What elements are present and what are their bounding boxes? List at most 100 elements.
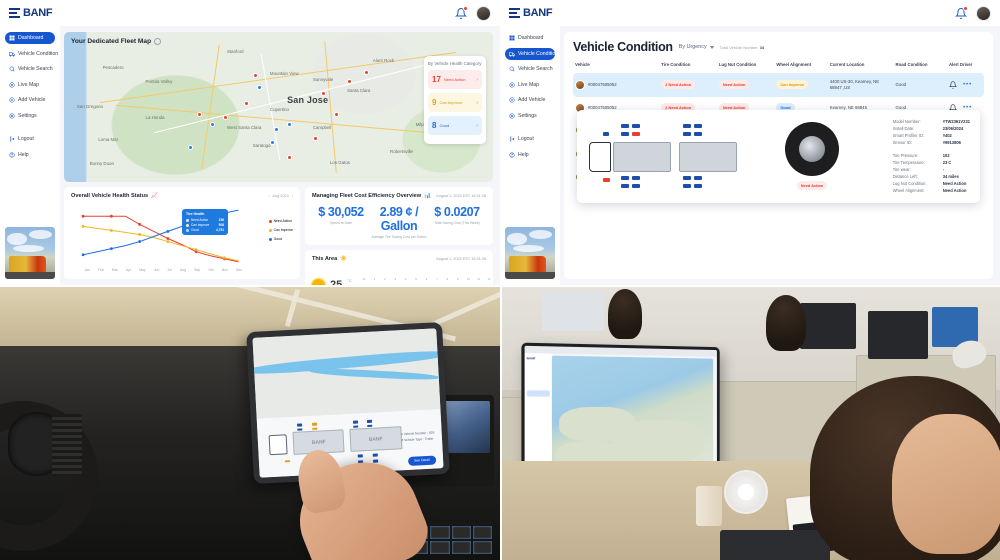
legend-row-good[interactable]: 8 Good › (428, 116, 482, 135)
primary-monitor[interactable]: BANF (521, 342, 720, 480)
sidebar-item-dashboard[interactable]: Dashboard (505, 32, 555, 44)
sidebar-item-vehicle-condition[interactable]: Vehicle Condition (505, 47, 558, 60)
forecast-hour: 1 PM25° (370, 267, 378, 285)
tire-sensor[interactable] (621, 124, 629, 129)
map-pin-need-action[interactable] (347, 78, 353, 84)
brand-logo: BANF (509, 7, 553, 19)
map-pin-need-action[interactable] (364, 69, 370, 75)
chevron-right-icon[interactable]: › (476, 123, 478, 129)
urgency-filter-select[interactable]: By Urgency (679, 44, 714, 50)
sidebar-item-dashboard[interactable]: Dashboard (5, 32, 55, 44)
tire-sensor[interactable] (694, 124, 702, 129)
bell-icon[interactable] (948, 81, 957, 89)
mounted-tablet[interactable]: BANF BANF # Vehicle Number: 829 # Vehic… (246, 321, 450, 485)
tire-sensor-alert[interactable] (632, 132, 640, 137)
map-pin-good[interactable] (257, 84, 263, 90)
truck-cab-shape (589, 142, 611, 173)
kpi-spend-to-date: $ 30,052 Spend to Date (312, 205, 370, 239)
forecast-time: 8 PM (446, 277, 449, 282)
tire-sensor[interactable] (694, 176, 702, 181)
period-label: Aug 2024 (272, 194, 289, 198)
tire-sensor[interactable] (694, 132, 702, 137)
tire-sensor[interactable] (632, 176, 640, 181)
tire-image (785, 122, 839, 177)
air-vent (52, 414, 82, 477)
tire-sensor[interactable] (621, 176, 629, 181)
legend-row-can-improve[interactable]: 9 Can Improve › (428, 93, 482, 112)
legend-row-need-action[interactable]: 17 Need Action › (428, 70, 482, 89)
spec-row: Smart Profiler ID: #402 (893, 132, 970, 139)
fleet-map[interactable]: San Jose Pescadero Portola Valley Stanfo… (64, 32, 493, 182)
sidebar-item-help[interactable]: Help (5, 149, 55, 161)
total-label: Total Vehicle Number (719, 44, 758, 50)
bell-icon[interactable] (455, 5, 468, 20)
notification-badge (963, 5, 968, 11)
map-pin-need-action[interactable] (334, 111, 340, 117)
tire-sensor[interactable] (683, 124, 691, 129)
vehicle-condition-screen: BANF Dashboard Vehicle Condition Vehicle… (500, 0, 1000, 285)
sidebar-item-vehicle-search[interactable]: Vehicle Search (5, 63, 55, 75)
tire-sensor[interactable] (603, 132, 609, 137)
keyboard[interactable] (720, 530, 830, 560)
tire-sensor[interactable] (632, 124, 640, 129)
sidebar-item-add-vehicle[interactable]: Add Vehicle (505, 94, 555, 106)
map-place-label: Saratoga (252, 143, 271, 148)
tire-sensor[interactable] (621, 132, 629, 137)
sidebar-item-settings[interactable]: Settings (505, 110, 555, 122)
chevron-right-icon[interactable]: › (476, 77, 478, 83)
map-pin-need-action[interactable] (196, 111, 202, 117)
tooltip-value: 4,751 (216, 228, 224, 233)
monitor-screen[interactable]: BANF (524, 345, 717, 477)
avatar[interactable] (976, 5, 991, 21)
chevron-right-icon[interactable]: › (476, 100, 478, 106)
forecast-time: 10 PM (466, 277, 470, 282)
table-row[interactable]: #00047505052 2 Need Action Need Action C… (573, 73, 984, 97)
row-menu-icon[interactable]: ••• (963, 82, 972, 88)
map-pin-need-action[interactable] (321, 90, 327, 96)
map-pin-good[interactable] (188, 144, 194, 150)
sidebar-item-settings[interactable]: Settings (5, 110, 55, 122)
info-icon[interactable] (154, 38, 162, 45)
avatar (575, 79, 585, 90)
tablet-screen[interactable]: BANF BANF # Vehicle Number: 829 # Vehic… (252, 328, 444, 478)
tire-sensor[interactable] (632, 184, 640, 189)
map-pin-good[interactable] (274, 126, 280, 132)
spec-key: Model Number: (892, 119, 921, 124)
metric-row: Tire Temperature: 23 C (893, 159, 970, 166)
prev-period-button[interactable]: ‹ (268, 194, 269, 198)
sidebar-item-live-map[interactable]: Live Map (505, 79, 555, 91)
forecast-time: 11 PM (477, 277, 481, 282)
map-pin-good[interactable] (209, 122, 215, 127)
tire-sensor-alert[interactable] (603, 178, 610, 183)
sidebar-item-logout[interactable]: Logout (505, 133, 555, 145)
tire-sensor[interactable] (683, 184, 691, 189)
tooltip-row: Need Action 156 (186, 218, 224, 222)
vehicle-id: #00047505052 (588, 82, 617, 88)
map-pin-need-action[interactable] (252, 72, 258, 78)
tire-sensor[interactable] (683, 176, 691, 181)
period-selector[interactable]: ‹ Aug 2024 › (268, 194, 293, 198)
sidebar-item-vehicle-condition[interactable]: Vehicle Condition (5, 48, 58, 60)
x-tick: Feb (97, 268, 104, 272)
next-period-button[interactable]: › (292, 194, 293, 198)
avatar[interactable] (476, 5, 491, 21)
table-header-row: Vehicle Tire Condition Lug Nut Condition… (573, 62, 984, 73)
sidebar-item-vehicle-search[interactable]: Vehicle Search (505, 63, 555, 75)
tire-sensor[interactable] (621, 184, 629, 189)
sidebar-item-logout[interactable]: Logout (5, 133, 55, 145)
tire-sensor[interactable] (683, 132, 691, 137)
see-detail-button[interactable]: See Detail (407, 455, 436, 466)
sidebar-item-add-vehicle[interactable]: Add Vehicle (5, 94, 55, 106)
trailer-box-1 (613, 142, 671, 173)
map-pin-need-action[interactable] (312, 135, 318, 141)
bell-icon[interactable] (955, 5, 968, 20)
map-pin-need-action[interactable] (222, 114, 228, 120)
sidebar-item-live-map[interactable]: Live Map (5, 79, 55, 91)
cost-card-title: Managing Fleet Cost Efficiency Overview (312, 193, 422, 199)
map-pin-good[interactable] (269, 140, 275, 145)
kpi-label: Spend to Date (330, 221, 352, 225)
tire-sensor[interactable] (694, 184, 702, 189)
plus-circle-icon (9, 97, 15, 103)
sidebar-item-help[interactable]: Help (505, 149, 555, 161)
sidebar-item-label: Help (18, 151, 29, 158)
